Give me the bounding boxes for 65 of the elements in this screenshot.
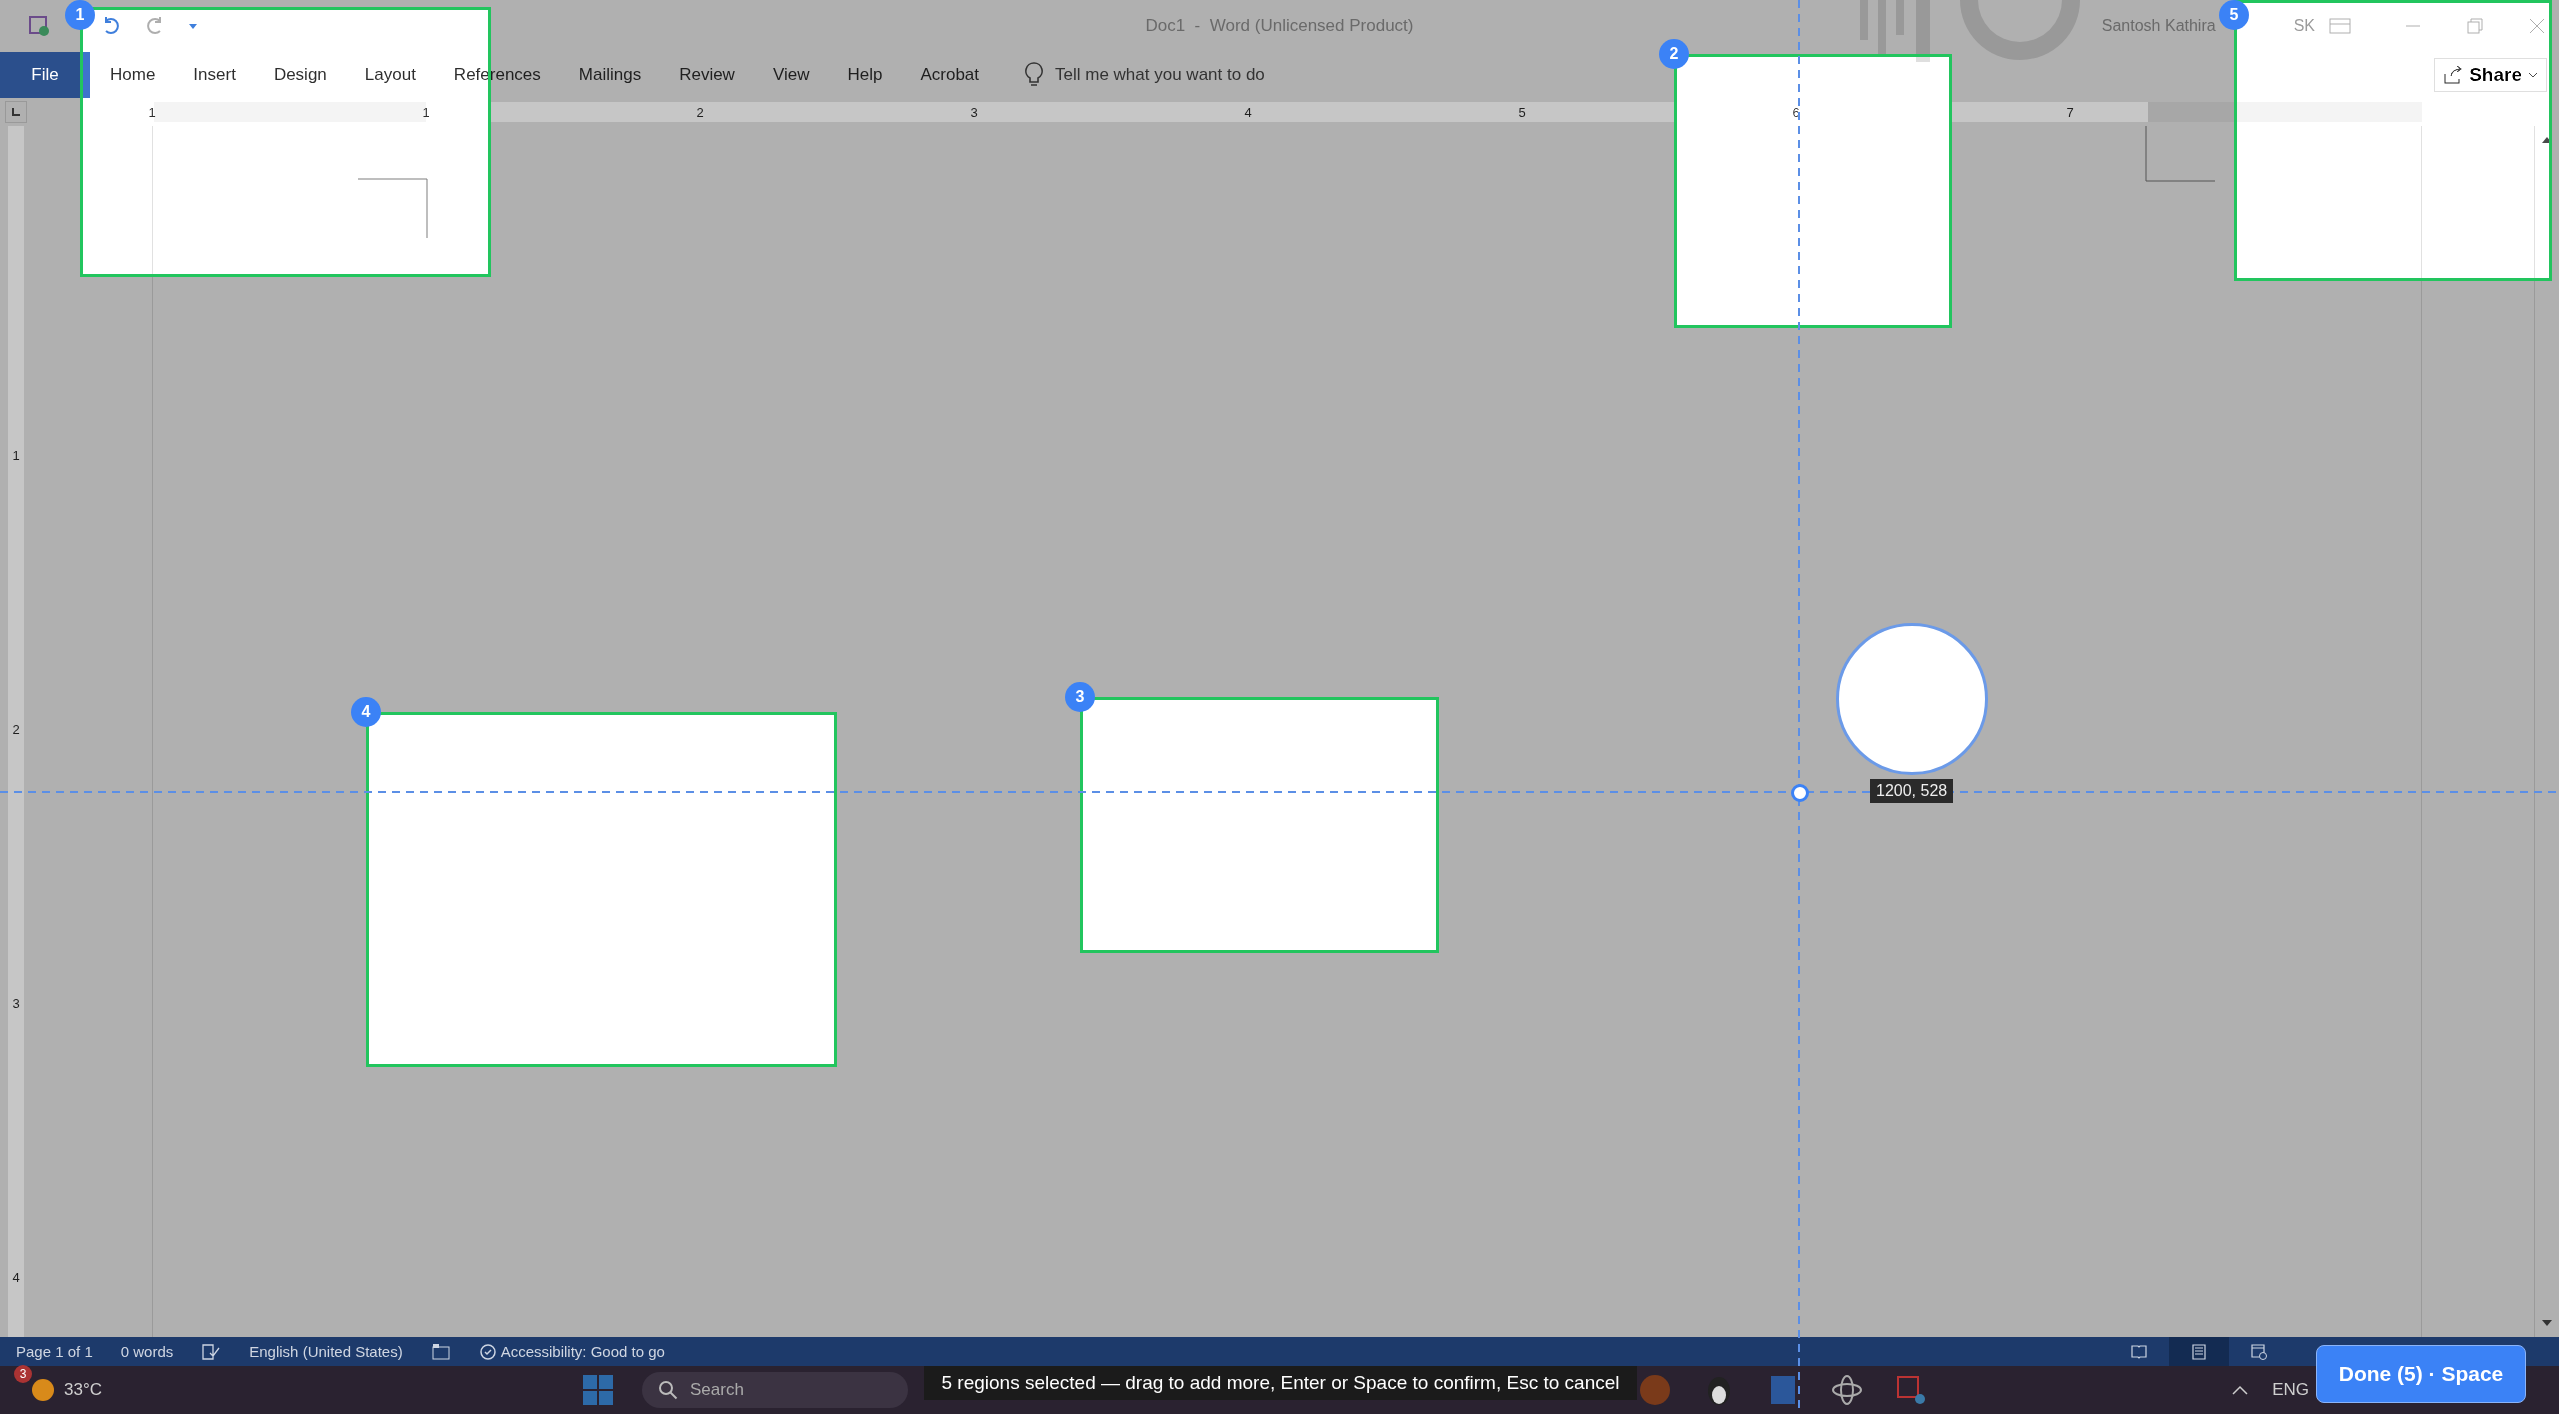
proofing-icon[interactable] bbox=[201, 1342, 222, 1361]
ruler-number: 5 bbox=[1518, 104, 1526, 120]
ruler-number: 7 bbox=[2066, 104, 2074, 120]
ruler-number: 4 bbox=[12, 1269, 20, 1285]
view-mode-button[interactable] bbox=[2169, 1337, 2229, 1366]
margin-corner-mark bbox=[358, 178, 428, 238]
tab-selector-icon[interactable] bbox=[5, 101, 27, 123]
caret-icon bbox=[2528, 71, 2538, 79]
done-button[interactable]: Done (5) · Space bbox=[2316, 1345, 2526, 1403]
instruction-hint: 5 regions selected — drag to add more, Enter or Space to confirm, Esc to cancel bbox=[924, 1366, 1637, 1400]
page-icon bbox=[2190, 1342, 2208, 1361]
weather-sun-icon[interactable] bbox=[30, 1377, 56, 1403]
ruler-number: 1 bbox=[148, 104, 156, 120]
save-icon[interactable] bbox=[28, 15, 50, 37]
ruler-number: 3 bbox=[12, 995, 20, 1011]
ruler-number: 1 bbox=[422, 104, 430, 120]
file-tab[interactable]: File bbox=[0, 52, 90, 98]
input-language[interactable]: ENG bbox=[2272, 1380, 2309, 1400]
cursor-handle[interactable] bbox=[1791, 784, 1809, 802]
display-settings-icon[interactable] bbox=[430, 1342, 451, 1361]
ruler-number: 2 bbox=[12, 721, 20, 737]
margin-corner-mark bbox=[2145, 126, 2215, 182]
window-title: Doc1 - Word (Unlicensed Product) bbox=[1145, 16, 1414, 35]
app-icon[interactable] bbox=[1894, 1373, 1928, 1407]
close-icon[interactable] bbox=[2529, 18, 2545, 34]
ribbon-tab[interactable]: Mailings bbox=[578, 65, 642, 85]
region-number-badge: 5 bbox=[2219, 0, 2249, 30]
ribbon-tab[interactable]: View bbox=[772, 65, 810, 85]
word-count[interactable]: 0 words bbox=[120, 1343, 174, 1360]
ribbon-tab[interactable]: Acrobat bbox=[920, 65, 979, 85]
cursor-readout: 1200, 528 bbox=[1870, 779, 1954, 803]
region-number-badge: 2 bbox=[1659, 39, 1689, 69]
ribbon-tab[interactable]: Design bbox=[273, 65, 327, 85]
web-page-icon bbox=[2250, 1342, 2268, 1361]
ruler-number: 4 bbox=[1244, 104, 1252, 120]
lightbulb-icon[interactable] bbox=[1025, 62, 1043, 88]
region-number-badge: 3 bbox=[1065, 682, 1095, 712]
search-icon bbox=[658, 1380, 678, 1400]
ribbon-tab[interactable]: Home bbox=[110, 65, 156, 85]
tray-caret-icon[interactable] bbox=[2232, 1385, 2249, 1395]
language-status[interactable]: English (United States) bbox=[249, 1343, 403, 1360]
ribbon-tab[interactable]: Layout bbox=[364, 65, 416, 85]
share-button[interactable]: Share bbox=[2434, 58, 2547, 92]
accessibility-icon[interactable] bbox=[478, 1342, 497, 1361]
taskbar-search-field[interactable]: Search bbox=[642, 1372, 908, 1408]
customize-caret-icon[interactable] bbox=[188, 21, 198, 31]
accessibility-status[interactable]: Accessibility: Good to go bbox=[500, 1343, 665, 1360]
tell-me-field[interactable]: Tell me what you want to do bbox=[1055, 65, 1265, 85]
weather-alert-badge: 3 bbox=[14, 1365, 32, 1383]
user-name: Santosh Kathira bbox=[2101, 17, 2216, 35]
ruler-number: 1 bbox=[12, 447, 20, 463]
ribbon-tab[interactable]: Insert bbox=[193, 65, 236, 85]
temperature[interactable]: 33°C bbox=[64, 1380, 102, 1400]
region-number-badge: 1 bbox=[65, 0, 95, 30]
ruler-number: 2 bbox=[696, 104, 704, 120]
windows-start-icon[interactable] bbox=[582, 1374, 614, 1406]
ruler-number: 3 bbox=[970, 104, 978, 120]
page-count[interactable]: Page 1 of 1 bbox=[16, 1343, 93, 1360]
ribbon-tab[interactable]: Help bbox=[847, 65, 883, 85]
scroll-down-icon[interactable] bbox=[2541, 1319, 2553, 1327]
region-number-badge: 4 bbox=[351, 697, 381, 727]
atom-icon[interactable] bbox=[1830, 1373, 1864, 1407]
book-icon bbox=[2130, 1342, 2148, 1361]
share-icon bbox=[2443, 66, 2464, 84]
ribbon-tab[interactable]: Review bbox=[679, 65, 735, 85]
